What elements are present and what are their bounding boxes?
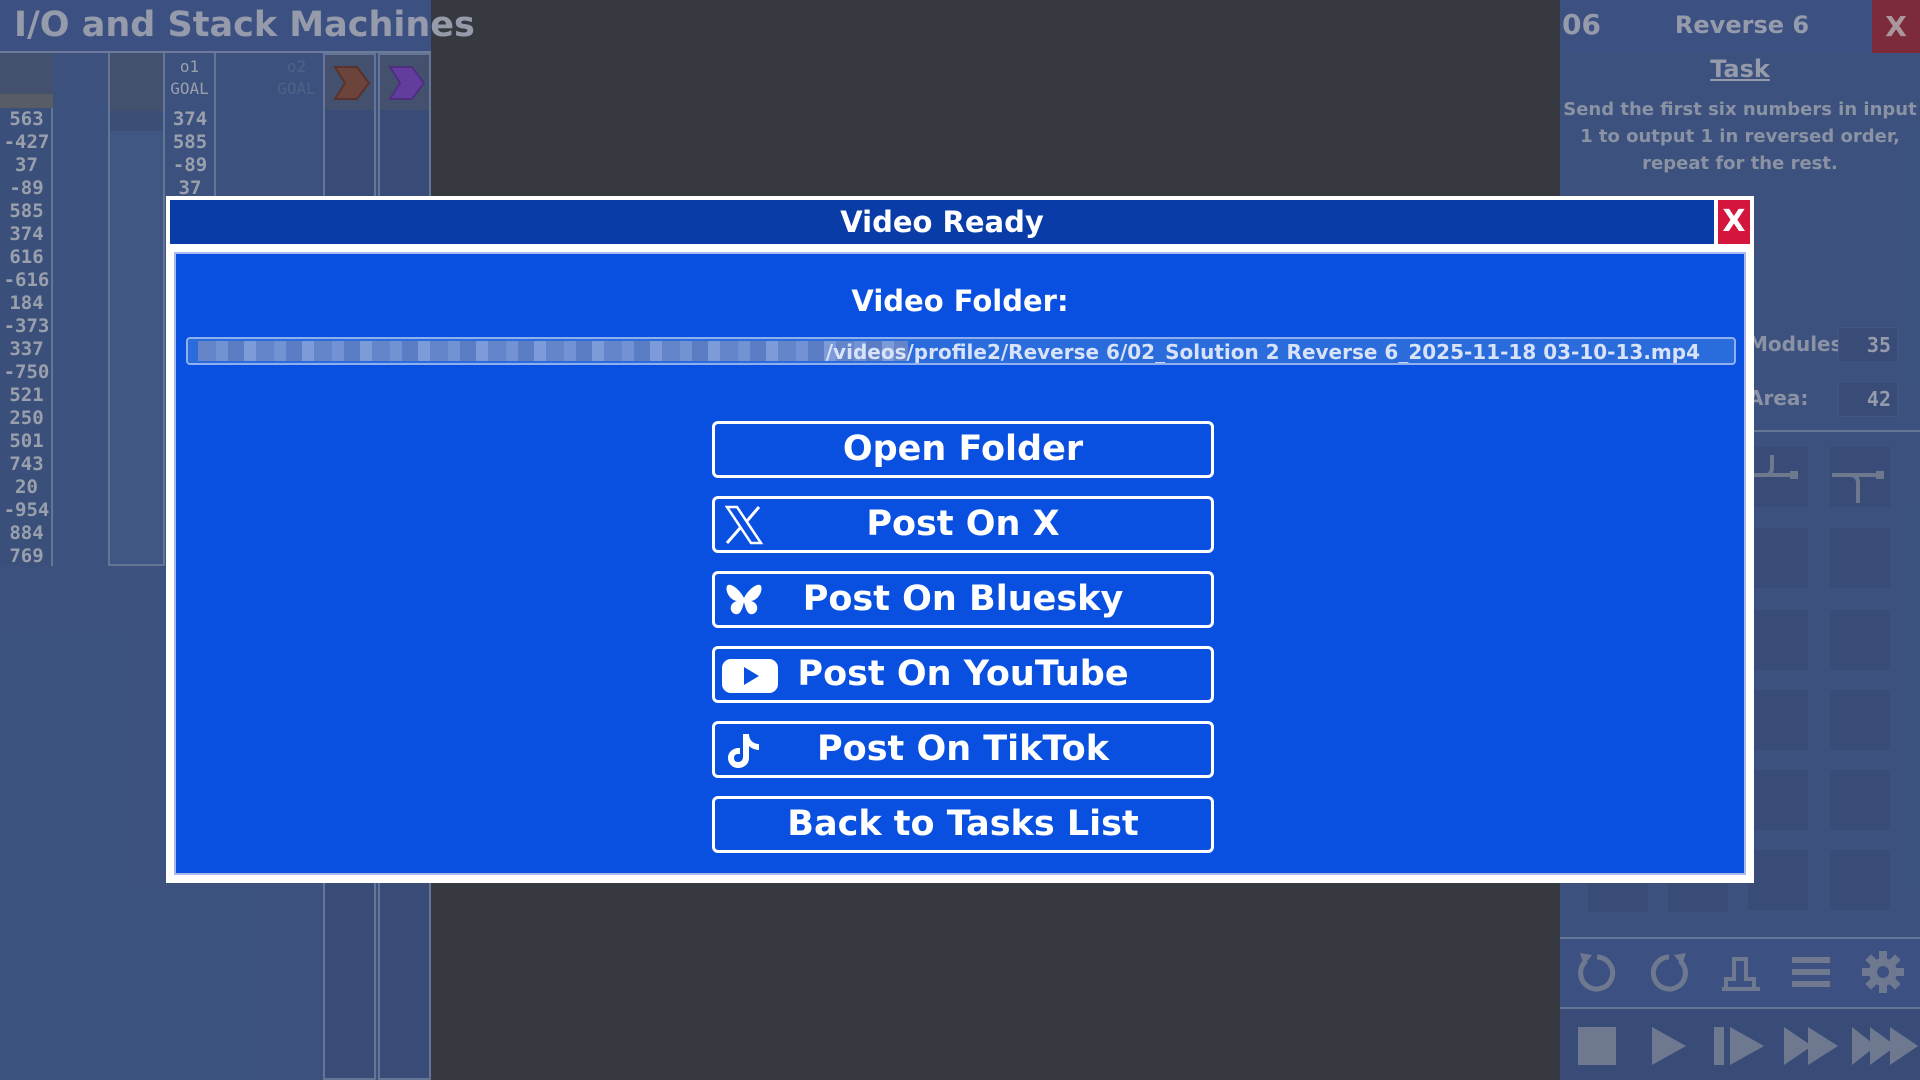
post-on-tiktok-button[interactable]: Post On TikTok — [712, 721, 1214, 778]
button-label: Post On YouTube — [797, 654, 1129, 694]
post-on-youtube-button[interactable]: Post On YouTube — [712, 646, 1214, 703]
video-folder-label: Video Folder: — [851, 284, 1069, 318]
youtube-logo-icon — [722, 659, 778, 693]
dialog-title: Video Ready — [170, 200, 1714, 244]
dialog-body: Video Folder: /videos/profile2/Reverse 6… — [174, 252, 1746, 875]
tiktok-logo-icon — [728, 734, 759, 768]
video-path-text: /videos/profile2/Reverse 6/02_Solution 2… — [825, 340, 1700, 364]
redacted-path — [198, 341, 908, 361]
button-label: Post On X — [866, 504, 1060, 544]
button-label: Post On TikTok — [817, 729, 1109, 769]
post-on-bluesky-button[interactable]: Post On Bluesky — [712, 571, 1214, 628]
dialog-close-button[interactable]: X — [1718, 200, 1750, 244]
video-path-field[interactable]: /videos/profile2/Reverse 6/02_Solution 2… — [186, 337, 1736, 365]
open-folder-button[interactable]: Open Folder — [712, 421, 1214, 478]
button-label: Open Folder — [842, 429, 1084, 469]
back-to-tasks-button[interactable]: Back to Tasks List — [712, 796, 1214, 853]
button-label: Back to Tasks List — [787, 804, 1139, 844]
x-logo-icon — [724, 505, 764, 545]
video-ready-dialog: Video Ready X Video Folder: /videos/prof… — [166, 196, 1754, 883]
post-on-x-button[interactable]: Post On X — [712, 496, 1214, 553]
bluesky-logo-icon — [726, 584, 762, 615]
button-label: Post On Bluesky — [802, 579, 1124, 619]
